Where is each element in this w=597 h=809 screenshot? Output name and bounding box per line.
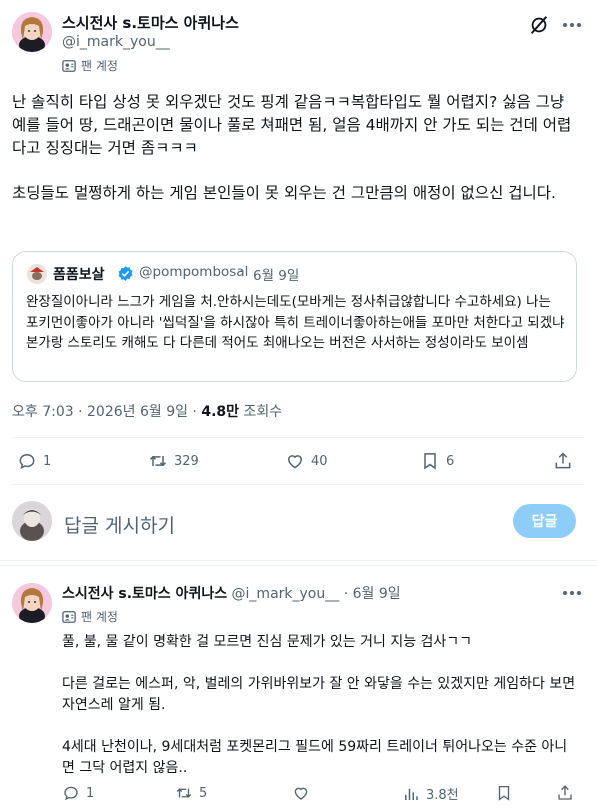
quoted-separator: · [239,264,244,280]
author-handle[interactable]: @i_mark_you__ [62,34,170,50]
bookmark-count: 6 [446,453,455,469]
reply-reply-action[interactable]: 1 [62,784,94,802]
grok-icon [530,16,548,34]
like-icon [287,455,303,469]
quoted-handle: @pompombosal [139,264,249,280]
like-action[interactable]: 40 [285,451,328,471]
fan-account-icon [62,610,76,623]
compose-input[interactable]: 답글 게시하기 [64,511,175,538]
share-icon [558,785,572,800]
grok-button[interactable] [528,14,550,36]
reply-icon [64,786,78,801]
reply-fan-account-badge: 팬 계정 [62,608,118,625]
more-icon [563,591,581,595]
fan-account-badge: 팬 계정 [62,57,118,74]
reply-paragraph: 다른 걸로는 에스퍼, 악, 벌레의 가위바위보가 잘 안 와닿을 수는 있겠지… [62,676,576,713]
fan-account-label: 팬 계정 [81,59,118,73]
reply-reply-count: 1 [86,785,95,801]
quoted-avatar [27,264,47,284]
quoted-post[interactable]: 폼폼보살 @pompombosal · 6월 9일 완장질이아니라 느그가 게임… [12,251,577,382]
compose-avatar[interactable] [12,501,52,541]
section-separator [0,565,597,566]
reply-views-action[interactable]: 3.8천 [402,784,459,803]
like-count: 40 [311,453,328,469]
share-icon [555,452,571,469]
quoted-text: 완장질이아니라 느그가 게임을 처.안하시는데도(모바게는 정사취급않합니다 수… [26,294,565,351]
reply-author-handle[interactable]: @i_mark_you__ [232,586,340,602]
views-count: 4.8만 [201,404,240,420]
divider [12,437,585,438]
repost-action[interactable]: 329 [148,451,199,471]
reply-more-button[interactable] [560,583,584,603]
quoted-name: 폼폼보살 [53,267,105,283]
post-paragraph: 초딩들도 멀쩡하게 하는 게임 본인들이 못 외우는 건 그만큼의 애정이 없으… [12,184,556,202]
more-button[interactable] [560,14,584,36]
bookmark-action[interactable]: 6 [420,451,454,471]
post-paragraph: 난 솔직히 타입 상성 못 외우겠단 것도 핑계 같음ㅋㅋ복합타입도 뭘 어렵지… [12,93,572,157]
share-action[interactable] [553,451,573,471]
views-label: 조회수 [239,404,283,420]
bookmark-icon [498,785,510,801]
repost-count: 329 [174,453,199,469]
reply-text: 풀, 불, 물 같이 명확한 걸 모르면 진심 문제가 있는 거니 지능 검사ㄱ… [62,632,577,779]
repost-icon [176,788,192,798]
reply-date[interactable]: 6월 9일 [353,586,401,602]
like-icon [294,787,308,800]
reply-author-avatar[interactable] [12,583,52,623]
section-separator [0,560,597,561]
post-meta: 오후 7:03 · 2026년 6월 9일 · 4.8만 조회수 [12,401,282,421]
fan-account-icon [62,59,76,72]
reply-like-action[interactable] [292,784,316,802]
author-name[interactable]: 스시전사 s.토마스 아퀴나스 [62,12,239,33]
author-avatar[interactable] [12,12,52,52]
bookmark-icon [424,453,436,470]
reply-views-count: 3.8천 [426,788,459,803]
reply-author-name[interactable]: 스시전사 s.토마스 아퀴나스 [62,586,227,602]
reply-paragraph: 4세대 난천이나, 9세대처럼 포켓몬리그 필드에 59짜리 트레이너 튀어나오… [62,739,568,776]
reply-share-action[interactable] [556,784,574,802]
reply-icon [19,453,35,470]
reply-separator: · [343,586,349,602]
reply-repost-action[interactable]: 5 [175,784,207,802]
more-icon [563,23,581,27]
reply-count: 1 [43,453,52,469]
quoted-date: 6월 9일 [253,268,300,284]
divider [12,484,585,485]
reply-action[interactable]: 1 [17,451,51,471]
verified-icon [118,266,133,281]
reply-bookmark-action[interactable] [495,784,513,802]
reply-repost-count: 5 [199,785,208,801]
reply-header: 스시전사 s.토마스 아퀴나스 @i_mark_you__ · 6월 9일 [62,583,401,603]
views-icon [405,788,418,800]
reply-fan-account-label: 팬 계정 [81,610,118,624]
post-timestamp[interactable]: 오후 7:03 · 2026년 6월 9일 · [12,404,201,420]
reply-paragraph: 풀, 불, 물 같이 명확한 걸 모르면 진심 문제가 있는 거니 지능 검사ㄱ… [62,634,473,650]
reply-submit-button[interactable]: 답글 [513,504,576,538]
post-text: 난 솔직히 타입 상성 못 외우겠단 것도 핑계 같음ㅋㅋ복합타입도 뭘 어렵지… [12,91,582,205]
repost-icon [149,455,167,467]
